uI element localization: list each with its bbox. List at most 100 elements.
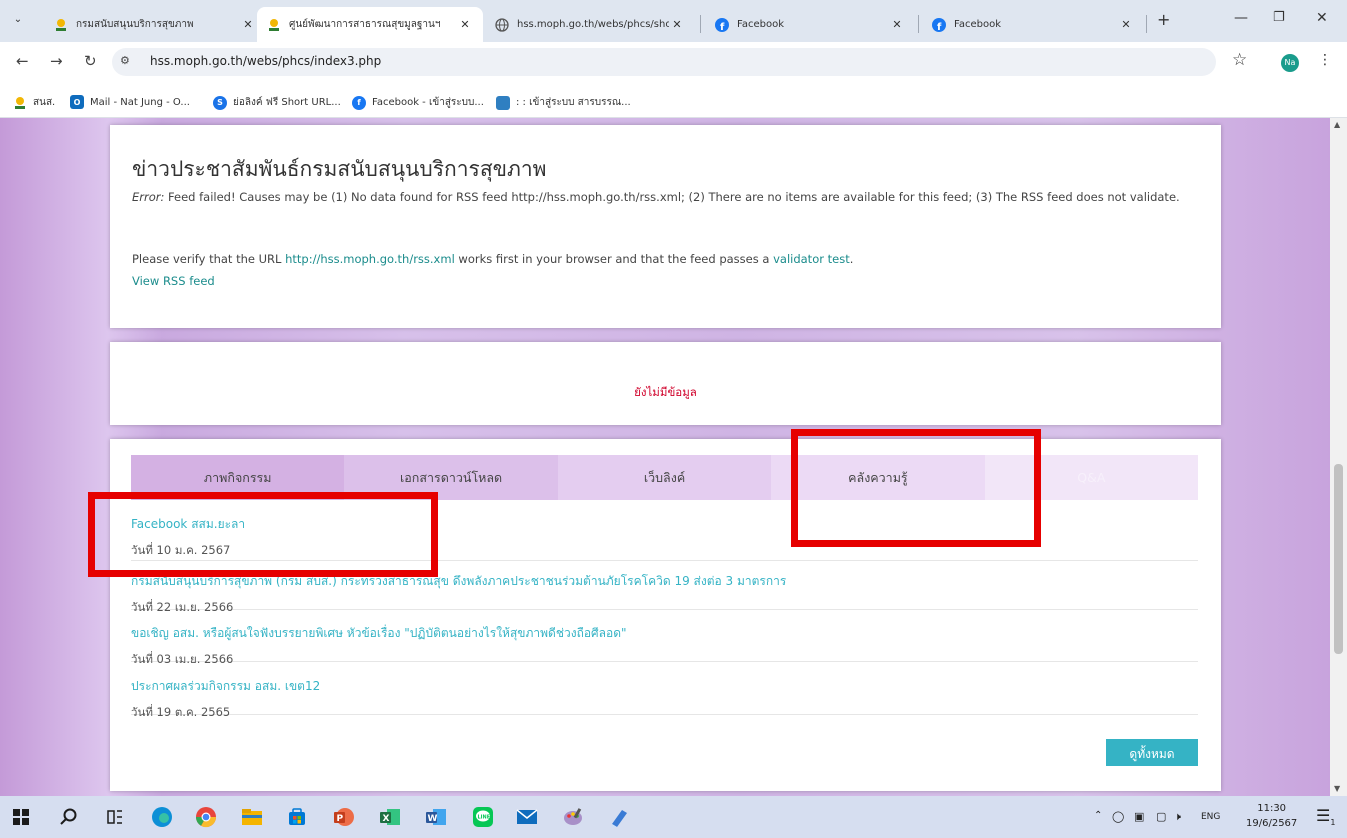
browser-tab-strip: ⌄ กรมสนับสนุนบริการสุขภาพ ✕ ศูนย์พัฒนากา… (0, 0, 1347, 42)
bookmark-label: Mail - Nat Jung - O... (90, 96, 190, 108)
new-tab-button[interactable]: + (1157, 10, 1170, 29)
paint-icon[interactable] (560, 804, 586, 830)
browser-tab-1[interactable]: กรมสนับสนุนบริการสุขภาพ ✕ (44, 7, 266, 42)
bookmark-label: สนส. (33, 97, 56, 108)
edge-icon[interactable] (149, 804, 175, 830)
profile-avatar[interactable]: Na (1281, 54, 1299, 72)
browser-tab-2[interactable]: ศูนย์พัฒนาการสาธารณสุขมูลฐานฯ ✕ (257, 7, 483, 42)
notification-icon[interactable]: ☰1 (1316, 806, 1335, 827)
moph-icon (54, 18, 68, 32)
close-tab-icon[interactable]: ✕ (1118, 18, 1134, 31)
minimize-icon[interactable]: — (1234, 10, 1248, 26)
rss-section-title: ข่าวประชาสัมพันธ์กรมสนับสนุนบริการสุขภาพ (132, 157, 547, 181)
news-date: วันที่ 19 ต.ค. 2565 (131, 705, 231, 719)
close-tab-icon[interactable]: ✕ (240, 18, 256, 31)
empty-data-card: ยังไม่มีข้อมูล (110, 342, 1221, 425)
rss-error-message: Error: Feed failed! Causes may be (1) No… (132, 187, 1192, 208)
restore-icon[interactable]: ❐ (1273, 10, 1285, 25)
bookmark-item[interactable]: O Mail - Nat Jung - O... (70, 95, 190, 109)
bookmark-item[interactable]: f Facebook - เข้าสู่ระบบ... (352, 95, 484, 110)
no-data-message: ยังไม่มีข้อมูล (634, 385, 697, 399)
annotation-highlight-box (791, 429, 1041, 547)
browser-menu-icon[interactable]: ⋮ (1318, 52, 1332, 68)
tab-title: กรมสนับสนุนบริการสุขภาพ (76, 19, 194, 30)
tab-title: ศูนย์พัฒนาการสาธารณสุขมูลฐานฯ (289, 19, 441, 30)
view-all-button[interactable]: ดูทั้งหมด (1106, 739, 1198, 766)
bookmark-item[interactable]: : : เข้าสู่ระบบ สารบรรณ... (496, 95, 631, 110)
show-hidden-icons[interactable]: ⌃ (1094, 810, 1102, 821)
outlook-icon: O (70, 95, 84, 109)
moph-icon (267, 18, 281, 32)
clock-time: 11:30 (1257, 803, 1287, 814)
address-bar[interactable]: ⚙ hss.moph.go.th/webs/phcs/index3.php (112, 48, 1216, 76)
close-tab-icon[interactable]: ✕ (669, 18, 685, 31)
bookmark-label: : : เข้าสู่ระบบ สารบรรณ... (516, 97, 631, 108)
volume-muted-icon[interactable]: 🕨 (1174, 810, 1181, 824)
news-title-link[interactable]: ประกาศผลร่วมกิจกรรม อสม. เขต12 (131, 677, 1198, 696)
file-explorer-icon[interactable] (239, 804, 265, 830)
tab-title: hss.moph.go.th/webs/phcs/sho (517, 19, 669, 30)
site-info-icon[interactable]: ⚙ (120, 54, 130, 67)
news-item: ขอเชิญ อสม. หรือผู้สนใจฟังบรรยายพิเศษ หั… (131, 624, 1198, 666)
word-icon[interactable]: W (423, 804, 449, 830)
reload-icon[interactable]: ↻ (84, 52, 97, 70)
excel-icon[interactable]: X (377, 804, 403, 830)
bookmark-item[interactable]: สนส. (13, 95, 55, 110)
search-icon[interactable] (55, 804, 81, 830)
view-rss-feed-link[interactable]: View RSS feed (132, 274, 215, 288)
scrollbar-thumb[interactable] (1334, 464, 1343, 654)
mail-icon[interactable] (514, 804, 540, 830)
browser-tab-3[interactable]: hss.moph.go.th/webs/phcs/sho ✕ (485, 7, 695, 42)
powerpoint-icon[interactable]: P (331, 804, 357, 830)
scroll-up-icon[interactable]: ▲ (1334, 120, 1340, 129)
validator-test-link[interactable]: validator test (773, 252, 850, 266)
rss-news-card: ข่าวประชาสัมพันธ์กรมสนับสนุนบริการสุขภาพ… (110, 125, 1221, 328)
windows-taskbar: P X W LINE ⌃ ◯ ▣ ▢ 🕨 ENG 11:30 19/6/2567… (0, 796, 1347, 838)
line-icon[interactable]: LINE (470, 804, 496, 830)
windows-start-icon[interactable] (8, 804, 34, 830)
facebook-icon: f (932, 17, 946, 32)
browser-tab-5[interactable]: f Facebook ✕ (922, 7, 1144, 42)
svg-text:X: X (383, 814, 390, 824)
news-title-link[interactable]: ขอเชิญ อสม. หรือผู้สนใจฟังบรรยายพิเศษ หั… (131, 624, 1198, 643)
bookmark-item[interactable]: S ย่อลิงค์ ฟรี Short URL... (213, 95, 341, 110)
tab-separator (918, 15, 919, 33)
network-icon[interactable]: ▢ (1156, 810, 1166, 823)
scroll-down-icon[interactable]: ▼ (1334, 784, 1340, 793)
svg-text:f: f (937, 22, 942, 32)
view-rss-feed-row: View RSS feed (132, 271, 1192, 292)
address-url[interactable]: hss.moph.go.th/webs/phcs/index3.php (150, 54, 381, 68)
meet-now-icon[interactable]: ◯ (1112, 810, 1124, 823)
notepad-icon[interactable] (606, 804, 632, 830)
language-indicator[interactable]: ENG (1201, 812, 1220, 822)
onedrive-icon[interactable]: ▣ (1134, 810, 1144, 823)
browser-tab-4[interactable]: f Facebook ✕ (705, 7, 915, 42)
rss-url-link[interactable]: http://hss.moph.go.th/rss.xml (285, 252, 455, 266)
close-tab-icon[interactable]: ✕ (889, 18, 905, 31)
tab-title: Facebook (954, 19, 1001, 30)
close-window-icon[interactable]: ✕ (1316, 10, 1328, 26)
doc-icon (496, 95, 510, 110)
facebook-icon: f (715, 17, 729, 32)
error-label: Error: (132, 190, 165, 204)
shorturl-icon: S (213, 95, 227, 110)
back-arrow-icon[interactable]: ← (16, 52, 29, 70)
tab-search-dropdown[interactable]: ⌄ (8, 10, 28, 30)
bookmark-star-icon[interactable]: ☆ (1232, 50, 1247, 70)
bookmark-label: ย่อลิงค์ ฟรี Short URL... (233, 97, 341, 108)
store-icon[interactable] (284, 804, 310, 830)
svg-text:P: P (337, 814, 344, 824)
svg-text:f: f (720, 22, 725, 32)
tab-web-links[interactable]: เว็บลิงค์ (557, 455, 772, 500)
bookmark-label: Facebook - เข้าสู่ระบบ... (372, 97, 484, 108)
page-scrollbar[interactable]: ▲ ▼ (1330, 118, 1347, 796)
system-clock[interactable]: 11:30 19/6/2567 (1246, 801, 1297, 831)
forward-arrow-icon[interactable]: → (50, 52, 63, 70)
rss-verify-message: Please verify that the URL http://hss.mo… (132, 252, 854, 266)
browser-toolbar: ← → ↻ ⚙ hss.moph.go.th/webs/phcs/index3.… (0, 42, 1347, 82)
page-viewport[interactable]: ข่าวประชาสัมพันธ์กรมสนับสนุนบริการสุขภาพ… (0, 118, 1347, 796)
facebook-icon: f (352, 95, 366, 110)
chrome-icon[interactable] (193, 804, 219, 830)
task-view-icon[interactable] (102, 804, 128, 830)
close-tab-icon[interactable]: ✕ (457, 18, 473, 31)
